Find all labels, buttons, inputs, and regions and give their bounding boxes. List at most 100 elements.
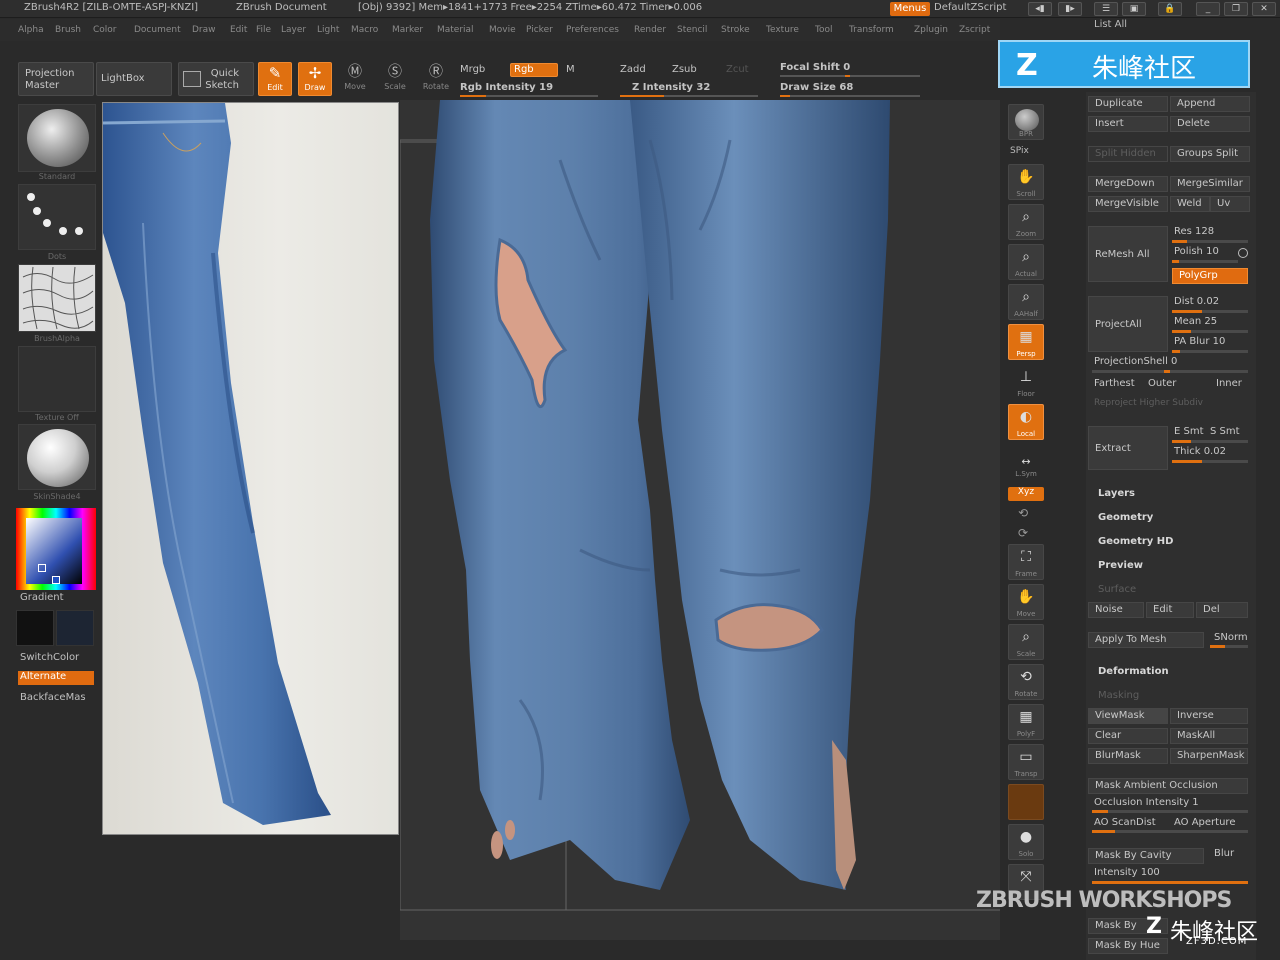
outer-button[interactable]: Outer — [1148, 378, 1176, 389]
menu-edit[interactable]: Edit — [230, 25, 247, 35]
weld-button[interactable]: Weld — [1170, 196, 1210, 212]
lightbox-button[interactable]: LightBox — [96, 62, 172, 96]
maskall-button[interactable]: MaskAll — [1170, 728, 1248, 744]
color-picker[interactable] — [16, 508, 96, 590]
mask-by-hue-button[interactable]: Mask By Hue — [1088, 938, 1168, 954]
persp-button[interactable]: ▦ Persp — [1008, 324, 1044, 360]
main-color-swatch[interactable] — [16, 610, 54, 646]
lock-icon[interactable]: 🔒 — [1158, 2, 1182, 16]
dist-slider[interactable]: Dist 0.02 — [1174, 296, 1219, 307]
draw-size-track[interactable] — [780, 95, 920, 97]
geometry-hd-section[interactable]: Geometry HD — [1098, 536, 1173, 547]
surface-section[interactable]: Surface — [1098, 584, 1136, 595]
intensity-track[interactable] — [1092, 881, 1248, 884]
menu-render[interactable]: Render — [634, 25, 666, 35]
groups-split-button[interactable]: Groups Split — [1170, 146, 1250, 162]
switchcolor-button[interactable]: SwitchColor — [18, 652, 94, 666]
occlusion-intensity-track[interactable] — [1092, 810, 1248, 813]
focal-shift-track[interactable] — [780, 75, 920, 77]
texture-thumbnail[interactable] — [18, 346, 96, 412]
menu-material[interactable]: Material — [437, 25, 474, 35]
split-hidden-button[interactable]: Split Hidden — [1088, 146, 1168, 162]
rgb-intensity-track[interactable] — [460, 95, 598, 97]
farthest-button[interactable]: Farthest — [1094, 378, 1135, 389]
menu-document[interactable]: Document — [134, 25, 181, 35]
insert-button[interactable]: Insert — [1088, 116, 1168, 132]
menu-marker[interactable]: Marker — [392, 25, 423, 35]
blur-slider[interactable]: Blur — [1214, 848, 1234, 859]
menu-picker[interactable]: Picker — [526, 25, 553, 35]
zsub-button[interactable]: Zsub — [672, 64, 697, 75]
layout-icon[interactable]: ▣ — [1122, 2, 1146, 16]
gradient-button[interactable]: Gradient — [18, 592, 94, 606]
zcut-button[interactable]: Zcut — [726, 64, 749, 75]
frame-button[interactable]: ⛶ Frame — [1008, 544, 1044, 580]
close-icon[interactable]: ✕ — [1252, 2, 1276, 16]
y-axis-icon[interactable]: ⟲ — [1018, 506, 1028, 520]
snorm-track[interactable] — [1210, 645, 1248, 648]
menu-file[interactable]: File — [256, 25, 271, 35]
stroke-thumbnail[interactable] — [18, 184, 96, 250]
rotate-button[interactable]: Ⓡ Rotate — [418, 62, 454, 96]
masking-section[interactable]: Masking — [1098, 690, 1139, 701]
del-noise-button[interactable]: Del — [1196, 602, 1248, 618]
delete-button[interactable]: Delete — [1170, 116, 1250, 132]
menu-color[interactable]: Color — [93, 25, 117, 35]
thick-track[interactable] — [1172, 460, 1248, 463]
blurmask-button[interactable]: BlurMask — [1088, 748, 1168, 764]
solo-button[interactable]: ● Solo — [1008, 824, 1044, 860]
thick-slider[interactable]: Thick 0.02 — [1174, 446, 1226, 457]
deformation-section[interactable]: Deformation — [1098, 666, 1169, 677]
mean-slider[interactable]: Mean 25 — [1174, 316, 1217, 327]
extract-button[interactable]: Extract — [1088, 426, 1168, 470]
layers-section[interactable]: Layers — [1098, 488, 1135, 499]
projectall-button[interactable]: ProjectAll — [1088, 296, 1168, 352]
brush-thumbnail[interactable] — [18, 104, 96, 172]
mask-by-cavity-button[interactable]: Mask By Cavity — [1088, 848, 1204, 864]
minimize-icon[interactable]: _ — [1196, 2, 1220, 16]
geometry-section[interactable]: Geometry — [1098, 512, 1153, 523]
preview-section[interactable]: Preview — [1098, 560, 1143, 571]
viewmask-button[interactable]: ViewMask — [1088, 708, 1168, 724]
projectionshell-slider[interactable]: ProjectionShell 0 — [1094, 356, 1177, 367]
backfacemask-button[interactable]: BackfaceMas — [18, 692, 94, 706]
projectionshell-track[interactable] — [1092, 370, 1248, 373]
inner-button[interactable]: Inner — [1216, 378, 1242, 389]
next-icon[interactable]: ▮▸ — [1058, 2, 1082, 16]
append-button[interactable]: Append — [1170, 96, 1250, 112]
rotate-view-button[interactable]: ⟲ Rotate — [1008, 664, 1044, 700]
menu-draw[interactable]: Draw — [192, 25, 216, 35]
polish-slider[interactable]: Polish 10 — [1174, 246, 1219, 257]
draw-size-slider[interactable]: Draw Size 68 — [780, 82, 853, 93]
aahalf-button[interactable]: ⌕ AAHalf — [1008, 284, 1044, 320]
list-icon[interactable]: ☰ — [1094, 2, 1118, 16]
mergedown-button[interactable]: MergeDown — [1088, 176, 1168, 192]
bpr-button[interactable]: BPR — [1008, 104, 1044, 140]
z-intensity-track[interactable] — [620, 95, 758, 97]
duplicate-button[interactable]: Duplicate — [1088, 96, 1168, 112]
reproject-button[interactable]: Reproject Higher Subdiv — [1094, 398, 1203, 408]
local-button[interactable]: ◐ Local — [1008, 404, 1044, 440]
lsym-button[interactable]: ↔ L.Sym — [1008, 450, 1044, 480]
z-intensity-slider[interactable]: Z Intensity 32 — [632, 82, 710, 93]
menu-stroke[interactable]: Stroke — [721, 25, 750, 35]
m-button[interactable]: M — [566, 64, 575, 75]
rgb-intensity-slider[interactable]: Rgb Intensity 19 — [460, 82, 553, 93]
mergesimilar-button[interactable]: MergeSimilar — [1170, 176, 1250, 192]
mrgb-button[interactable]: Mrgb — [460, 64, 485, 75]
floor-button[interactable]: ⊥ Floor — [1008, 364, 1044, 400]
move-button[interactable]: Ⓜ Move — [338, 62, 372, 96]
mask-ao-button[interactable]: Mask Ambient Occlusion — [1088, 778, 1248, 794]
menu-preferences[interactable]: Preferences — [566, 25, 619, 35]
move-view-button[interactable]: ✋ Move — [1008, 584, 1044, 620]
spix-slider[interactable]: SPix — [1010, 146, 1029, 156]
polish-track[interactable] — [1172, 260, 1238, 263]
actual-button[interactable]: ⌕ Actual — [1008, 244, 1044, 280]
secondary-color-swatch[interactable] — [56, 610, 94, 646]
menu-zplugin[interactable]: Zplugin — [914, 25, 948, 35]
menus-button[interactable]: Menus — [890, 2, 930, 16]
dist-track[interactable] — [1172, 310, 1248, 313]
smt-track[interactable] — [1172, 440, 1248, 443]
xyz-button[interactable]: Xyz — [1008, 487, 1044, 501]
apply-to-mesh-button[interactable]: Apply To Mesh — [1088, 632, 1204, 648]
